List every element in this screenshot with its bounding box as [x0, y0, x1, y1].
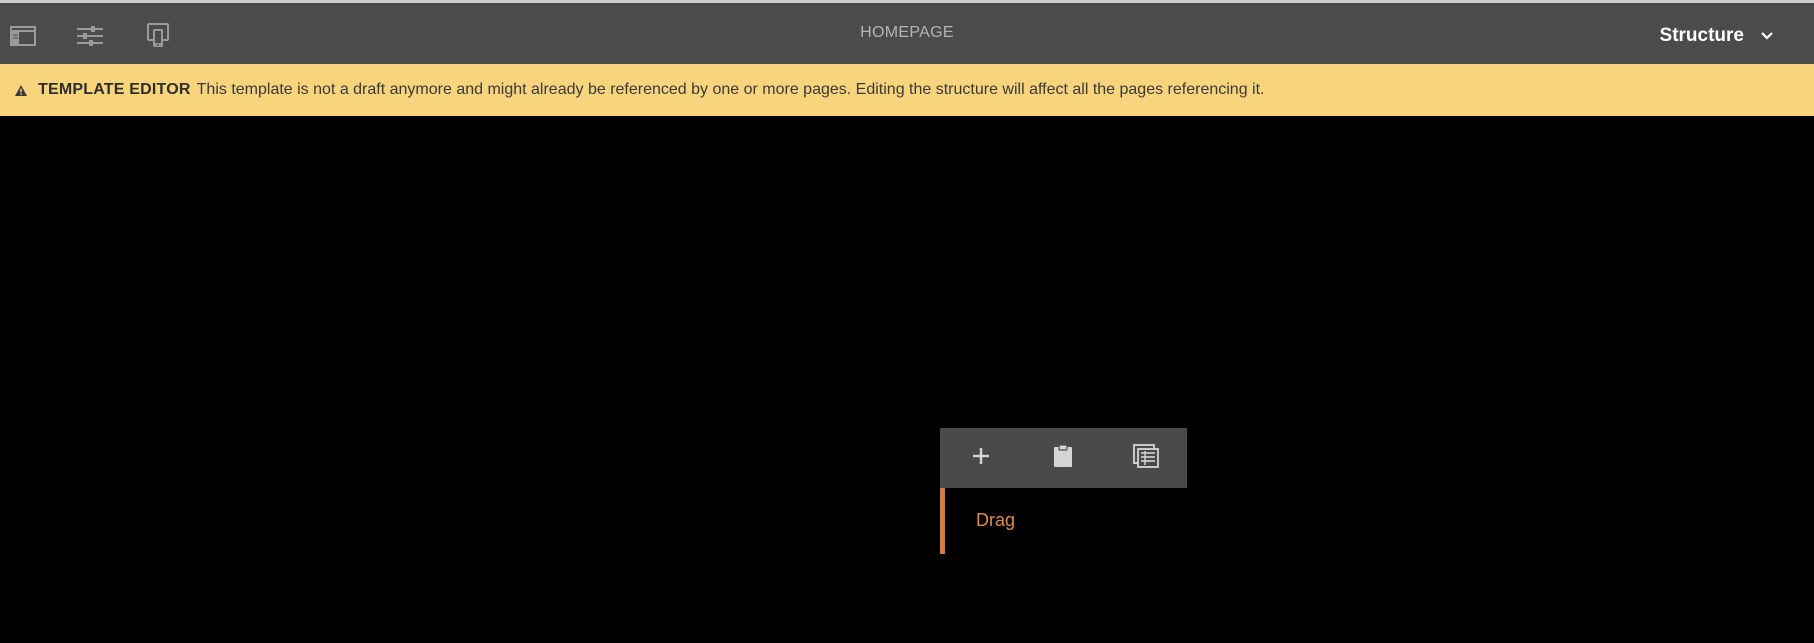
chevron-down-icon [1760, 31, 1774, 41]
warning-icon [14, 84, 28, 97]
drop-zone-accent-bar [940, 488, 945, 554]
paste-icon [1052, 443, 1074, 473]
add-icon [971, 446, 991, 471]
paste-button[interactable] [1043, 438, 1083, 478]
banner-message: This template is not a draft anymore and… [196, 81, 1265, 98]
policy-button[interactable] [1126, 438, 1166, 478]
mode-label: Structure [1659, 25, 1744, 46]
component-toolbar [940, 428, 1187, 488]
insert-component-button[interactable] [961, 438, 1001, 478]
editor-header: HOMEPAGE Structure [0, 3, 1814, 64]
banner-title: TEMPLATE EDITOR [38, 81, 191, 98]
template-warning-banner: TEMPLATE EDITOR This template is not a d… [0, 64, 1814, 116]
policy-icon [1132, 443, 1159, 473]
page-title: HOMEPAGE [860, 24, 954, 41]
mode-selector[interactable]: Structure [1660, 21, 1774, 51]
component-drop-zone[interactable]: Drag [940, 488, 1187, 554]
drop-zone-label: Drag [976, 510, 1016, 530]
